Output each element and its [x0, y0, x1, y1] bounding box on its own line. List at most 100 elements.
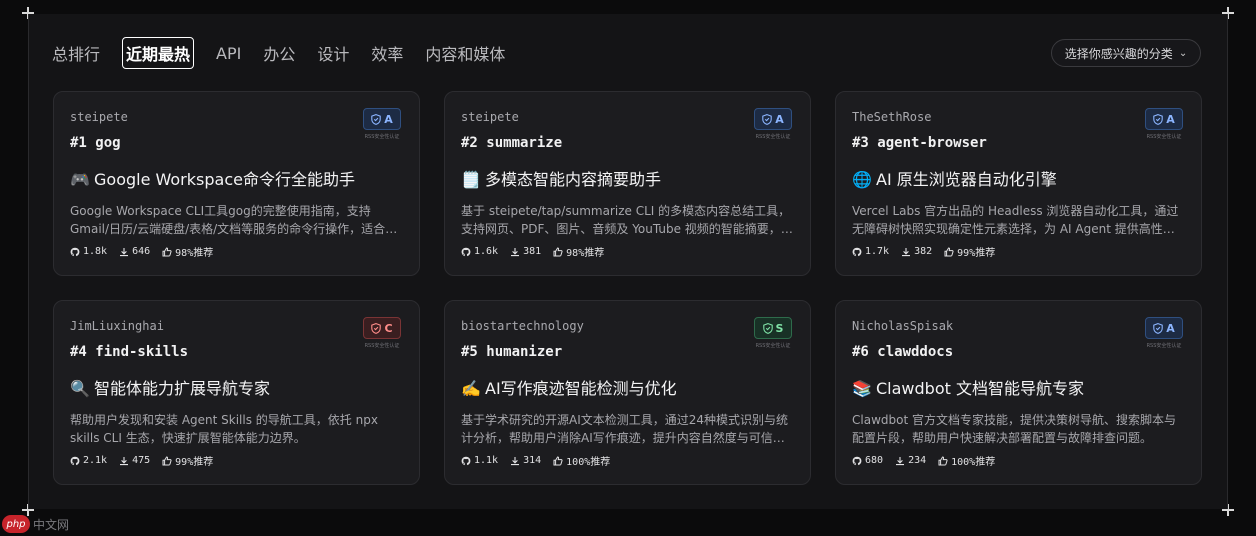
- recommend-rate: 100%推荐: [566, 457, 611, 468]
- tab-0[interactable]: 总排行: [52, 38, 100, 68]
- downloads-count: 381: [523, 246, 542, 257]
- recommend-stat: 100%推荐: [553, 453, 610, 468]
- card-title[interactable]: 🎮 Google Workspace命令行全能助手: [70, 166, 355, 190]
- badge-caption: RSS安全性认证: [755, 134, 791, 140]
- shield-check-icon: [371, 322, 382, 334]
- tab-1[interactable]: 近期最热: [122, 37, 195, 69]
- grade-badge: A: [1145, 108, 1183, 130]
- card-title-text: AI写作痕迹智能检测与优化: [485, 379, 677, 398]
- badge-caption: RSS安全性认证: [1146, 134, 1182, 140]
- skill-card[interactable]: JimLiuxinghai #4 find-skills C RSS安全性认证 …: [53, 300, 420, 485]
- card-emoji-icon: 🌐: [852, 170, 872, 189]
- card-description: Clawdbot 官方文档专家技能，提供决策树导航、搜索脚本与配置片段，帮助用户…: [852, 413, 1176, 445]
- download-icon: [510, 247, 520, 257]
- card-description: 帮助用户发现和安装 Agent Skills 的导航工具，依托 npx skil…: [70, 413, 378, 445]
- card-description: Google Workspace CLI工具gog的完整使用指南，支持Gmail…: [70, 204, 398, 236]
- shield-check-icon: [1153, 113, 1163, 125]
- card-emoji-icon: 🔍: [70, 379, 90, 398]
- card-title-text: Google Workspace命令行全能助手: [94, 170, 355, 189]
- skill-card[interactable]: NicholasSpisak #6 clawddocs A RSS安全性认证 📚…: [835, 300, 1202, 485]
- recommend-stat: 100%推荐: [938, 453, 995, 468]
- grade-letter: C: [384, 321, 393, 335]
- category-select[interactable]: 选择你感兴趣的分类 ⌄: [1051, 39, 1201, 67]
- skill-card[interactable]: TheSethRose #3 agent-browser A RSS安全性认证 …: [835, 91, 1202, 276]
- card-author[interactable]: JimLiuxinghai: [70, 319, 164, 333]
- recommend-rate: 98%推荐: [175, 248, 214, 259]
- stars-stat: 1.7k: [852, 246, 889, 257]
- card-rank: #2 summarize: [461, 135, 563, 151]
- card-author[interactable]: steipete: [461, 110, 519, 124]
- tab-4[interactable]: 设计: [317, 38, 349, 68]
- grade-badge: C: [363, 317, 401, 339]
- downloads-count: 382: [914, 246, 933, 257]
- badge-caption: RSS安全性认证: [364, 134, 400, 140]
- skill-card[interactable]: steipete #2 summarize A RSS安全性认证 🗒️ 多模态智能…: [444, 91, 811, 276]
- security-badge: A RSS安全性认证: [752, 108, 794, 140]
- recommend-rate: 99%推荐: [957, 248, 996, 259]
- card-emoji-icon: 🗒️: [461, 170, 481, 189]
- recommend-rate: 98%推荐: [566, 248, 605, 259]
- badge-caption: RSS安全性认证: [364, 343, 400, 349]
- card-rank: #4 find-skills: [70, 344, 189, 360]
- grade-letter: S: [775, 321, 784, 335]
- github-icon: [461, 456, 471, 466]
- card-emoji-icon: 🎮: [70, 170, 90, 189]
- card-rank: #6 clawddocs: [852, 344, 954, 360]
- watermark-text: 中文网: [33, 517, 70, 532]
- card-title[interactable]: 🌐 AI 原生浏览器自动化引擎: [852, 166, 1057, 190]
- thumbs-up-icon: [553, 246, 563, 257]
- download-icon: [510, 456, 520, 466]
- downloads-stat: 382: [901, 246, 932, 257]
- card-author[interactable]: NicholasSpisak: [852, 319, 953, 333]
- badge-caption: RSS安全性认证: [1146, 343, 1182, 349]
- card-title[interactable]: 📚 Clawdbot 文档智能导航专家: [852, 375, 1084, 399]
- github-icon: [852, 247, 862, 257]
- thumbs-up-icon: [944, 246, 954, 257]
- php-logo: php: [2, 515, 30, 533]
- card-author[interactable]: TheSethRose: [852, 110, 931, 124]
- tab-6[interactable]: 内容和媒体: [425, 38, 505, 68]
- downloads-stat: 646: [119, 246, 150, 257]
- downloads-stat: 381: [510, 246, 541, 257]
- download-icon: [119, 456, 129, 466]
- tab-2[interactable]: API: [216, 41, 241, 66]
- downloads-stat: 475: [119, 455, 150, 466]
- skill-card[interactable]: steipete #1 gog A RSS安全性认证 🎮 Google Works…: [53, 91, 420, 276]
- recommend-stat: 99%推荐: [944, 244, 995, 259]
- grade-badge: A: [1145, 317, 1183, 339]
- card-title[interactable]: ✍️ AI写作痕迹智能检测与优化: [461, 375, 677, 399]
- grade-letter: A: [1166, 321, 1175, 335]
- card-author[interactable]: steipete: [70, 110, 128, 124]
- stars-count: 1.6k: [474, 246, 499, 257]
- shield-check-icon: [1153, 322, 1163, 334]
- grade-letter: A: [384, 112, 393, 126]
- recommend-stat: 98%推荐: [553, 244, 604, 259]
- card-title-text: Clawdbot 文档智能导航专家: [876, 379, 1084, 398]
- stars-count: 1.8k: [83, 246, 108, 257]
- card-author[interactable]: biostartechnology: [461, 319, 584, 333]
- tab-3[interactable]: 办公: [263, 38, 295, 68]
- card-stats: 1.8k 646 98%推荐: [70, 244, 213, 259]
- security-badge: S RSS安全性认证: [752, 317, 794, 349]
- category-select-label: 选择你感兴趣的分类: [1064, 46, 1173, 61]
- skill-card[interactable]: biostartechnology #5 humanizer S RSS安全性认…: [444, 300, 811, 485]
- grade-badge: A: [363, 108, 401, 130]
- download-icon: [895, 456, 905, 466]
- downloads-count: 475: [132, 455, 151, 466]
- recommend-rate: 99%推荐: [175, 457, 214, 468]
- stars-count: 1.7k: [865, 246, 890, 257]
- tab-5[interactable]: 效率: [371, 38, 403, 68]
- github-icon: [461, 247, 471, 257]
- card-title[interactable]: 🔍 智能体能力扩展导航专家: [70, 375, 270, 399]
- downloads-count: 234: [908, 455, 927, 466]
- card-stats: 1.7k 382 99%推荐: [852, 244, 995, 259]
- thumbs-up-icon: [553, 455, 563, 466]
- card-title-text: 多模态智能内容摘要助手: [485, 170, 662, 189]
- card-description: 基于 steipete/tap/summarize CLI 的多模态内容总结工具…: [461, 204, 793, 236]
- recommend-stat: 99%推荐: [162, 453, 213, 468]
- card-title[interactable]: 🗒️ 多模态智能内容摘要助手: [461, 166, 661, 190]
- card-rank: #3 agent-browser: [852, 135, 987, 151]
- card-emoji-icon: ✍️: [461, 379, 481, 398]
- recommend-stat: 98%推荐: [162, 244, 213, 259]
- downloads-count: 646: [132, 246, 151, 257]
